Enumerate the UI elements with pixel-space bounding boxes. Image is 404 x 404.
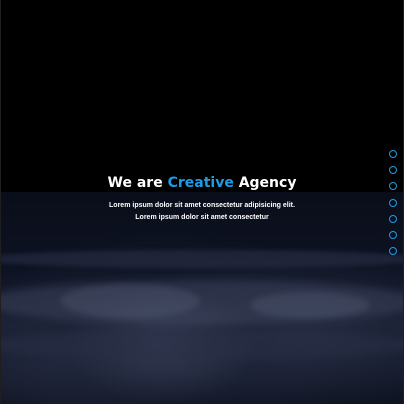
- wave-foam: [60, 284, 200, 318]
- wave-foam: [250, 292, 370, 318]
- landing-page: We are Creative Agency Lorem ipsum dolor…: [0, 0, 404, 404]
- hero-section: We are Creative Agency Lorem ipsum dolor…: [0, 172, 404, 224]
- wave-texture: [0, 330, 404, 360]
- slider-dot-5[interactable]: [389, 214, 397, 223]
- hero-title: We are Creative Agency: [0, 172, 404, 194]
- slider-dot-4[interactable]: [389, 198, 397, 207]
- hero-title-prefix: We are: [107, 175, 168, 191]
- wave-texture: [0, 250, 404, 268]
- slider-dot-1[interactable]: [389, 150, 397, 158]
- slider-dot-2[interactable]: [389, 166, 397, 175]
- slider-dot-6[interactable]: [389, 230, 397, 239]
- hero-title-suffix: Agency: [233, 175, 297, 191]
- hero-title-accent: Creative: [167, 175, 234, 191]
- slider-dot-navigation: [389, 150, 398, 263]
- hero-subtitle-line-1: Lorem ipsum dolor sit amet consectetur a…: [109, 202, 295, 209]
- slider-dot-3[interactable]: [389, 182, 397, 191]
- slider-dot-7[interactable]: [389, 247, 397, 256]
- hero-subtitle: Lorem ipsum dolor sit amet consectetur a…: [0, 200, 404, 224]
- hero-subtitle-line-2: Lorem ipsum dolor sit amet consectetur: [135, 214, 269, 221]
